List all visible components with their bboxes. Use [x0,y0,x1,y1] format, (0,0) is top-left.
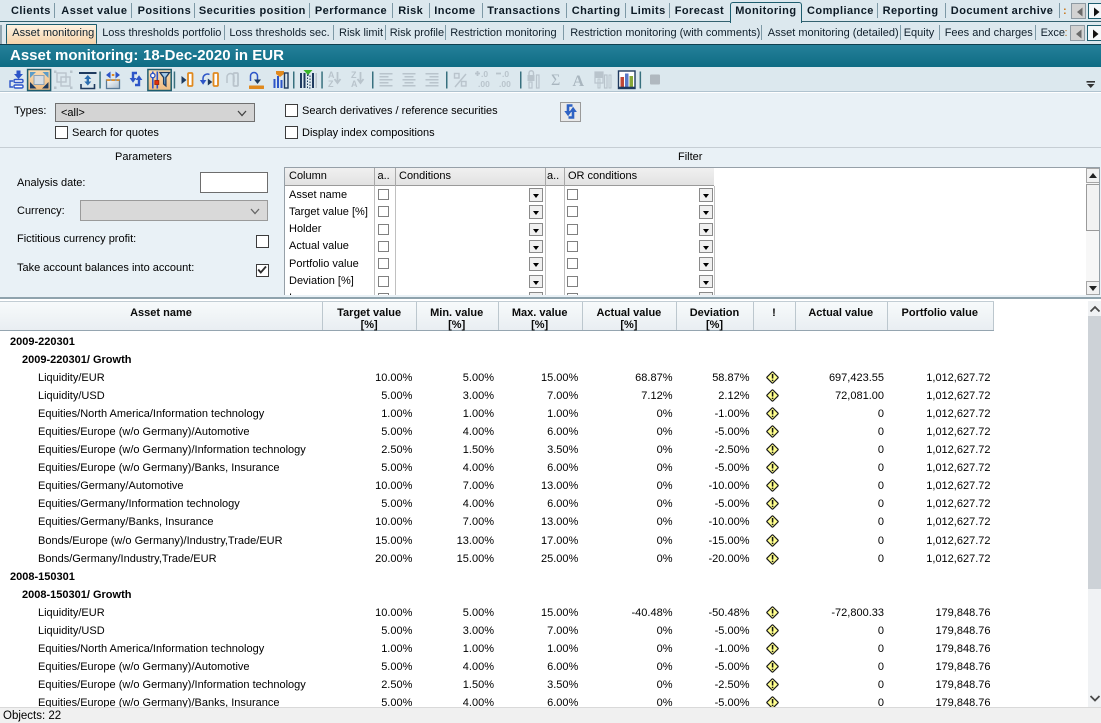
svg-text:Z: Z [328,79,334,89]
svg-text:Σ: Σ [551,72,560,89]
svg-text:.0: .0 [502,69,509,79]
svg-text:.0: .0 [481,69,488,79]
svg-text:A: A [351,79,358,89]
svg-text:A: A [573,73,585,90]
svg-text:.00: .00 [478,79,490,89]
svg-text:.00: .00 [499,79,511,89]
